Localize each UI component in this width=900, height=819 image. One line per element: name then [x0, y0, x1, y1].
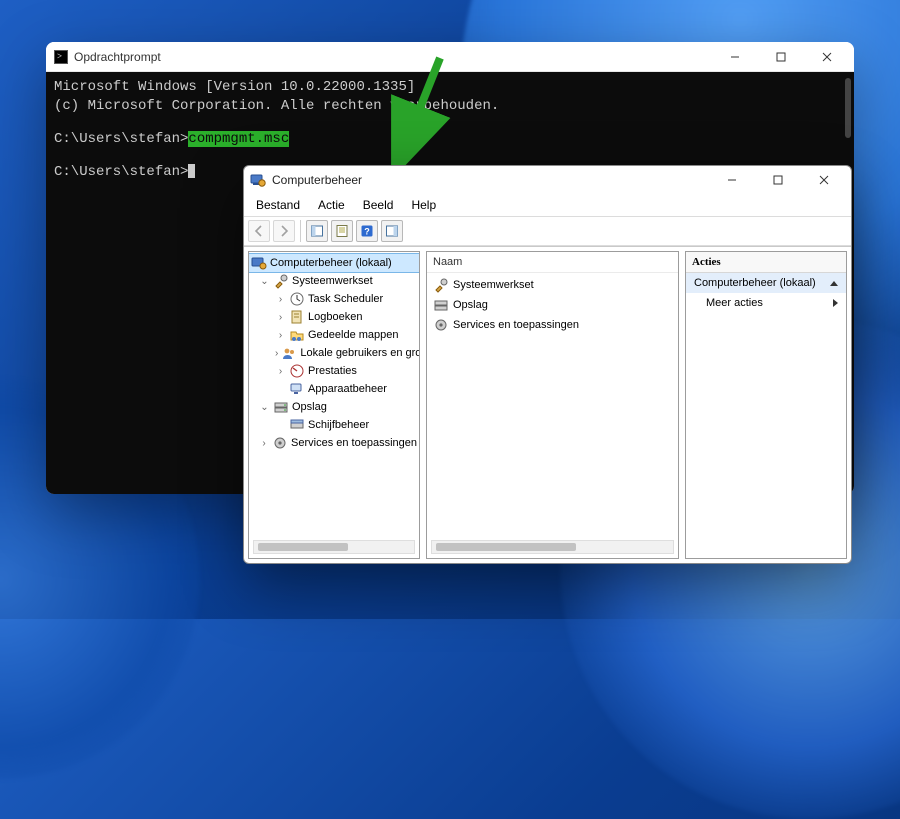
gear-icon — [272, 435, 288, 451]
close-button[interactable] — [804, 42, 850, 72]
tree-system-tools[interactable]: ⌄ Systeemwerkset — [249, 272, 419, 290]
tree-disk-management[interactable]: Schijfbeheer — [249, 416, 419, 434]
tree-label: Services en toepassingen — [291, 437, 417, 449]
tree-label: Opslag — [292, 401, 327, 413]
clock-icon — [289, 291, 305, 307]
tree-shared-folders[interactable]: › Gedeelde mappen — [249, 326, 419, 344]
scrollbar-horizontal[interactable] — [253, 540, 415, 554]
cmd-output-line: (c) Microsoft Corporation. Alle rechten … — [54, 97, 846, 116]
expand-icon[interactable]: › — [275, 294, 286, 305]
list-item-label: Opslag — [453, 299, 488, 311]
cursor — [188, 164, 195, 178]
tools-icon — [273, 273, 289, 289]
tools-icon — [433, 277, 449, 293]
mmc-titlebar[interactable]: Computerbeheer — [244, 166, 851, 194]
tree-performance[interactable]: › Prestaties — [249, 362, 419, 380]
storage-icon — [433, 297, 449, 313]
collapse-icon[interactable]: ⌄ — [259, 402, 270, 413]
expand-icon[interactable]: › — [275, 312, 286, 323]
highlighted-command: compmgmt.msc — [188, 131, 289, 147]
mmc-window: Computerbeheer Bestand Actie Beeld Help … — [243, 165, 852, 564]
cmd-window-title: Opdrachtprompt — [74, 50, 161, 64]
notebook-icon — [289, 309, 305, 325]
disk-icon — [289, 417, 305, 433]
actions-header: Acties — [686, 252, 846, 273]
svg-text:?: ? — [364, 227, 370, 237]
list-item-label: Systeemwerkset — [453, 279, 534, 291]
minimize-button[interactable] — [709, 165, 755, 195]
actions-pane: Acties Computerbeheer (lokaal) Meer acti… — [685, 251, 847, 559]
submenu-icon — [833, 299, 838, 307]
back-button[interactable] — [248, 220, 270, 242]
shared-folder-icon — [289, 327, 305, 343]
help-button[interactable]: ? — [356, 220, 378, 242]
minimize-button[interactable] — [712, 42, 758, 72]
expand-icon[interactable]: › — [275, 348, 278, 359]
collapse-icon — [830, 281, 838, 286]
tree-storage[interactable]: ⌄ Opslag — [249, 398, 419, 416]
tree-label: Logboeken — [308, 311, 362, 323]
users-icon — [281, 345, 297, 361]
expand-icon[interactable]: › — [275, 330, 286, 341]
tree-root[interactable]: Computerbeheer (lokaal) — [249, 254, 419, 272]
toolbar-separator — [300, 220, 301, 242]
action-more[interactable]: Meer acties — [686, 293, 846, 313]
action-label: Meer acties — [706, 297, 763, 309]
tree-local-users[interactable]: › Lokale gebruikers en groepen — [249, 344, 419, 362]
tree-label: Schijfbeheer — [308, 419, 369, 431]
list-pane: Naam Systeemwerkset Opslag Services en t… — [426, 251, 679, 559]
maximize-button[interactable] — [755, 165, 801, 195]
tree-label: Lokale gebruikers en groepen — [300, 347, 419, 359]
actions-section-label: Computerbeheer (lokaal) — [694, 277, 816, 289]
close-button[interactable] — [801, 165, 847, 195]
scrollbar-horizontal[interactable] — [431, 540, 674, 554]
mmc-window-title: Computerbeheer — [272, 173, 362, 187]
column-header-name[interactable]: Naam — [427, 252, 678, 273]
tree-label: Apparaatbeheer — [308, 383, 387, 395]
show-hide-tree-button[interactable] — [306, 220, 328, 242]
tree-device-manager[interactable]: Apparaatbeheer — [249, 380, 419, 398]
menu-beeld[interactable]: Beeld — [355, 196, 402, 214]
tree-label: Gedeelde mappen — [308, 329, 399, 341]
performance-icon — [289, 363, 305, 379]
tree-services[interactable]: › Services en toepassingen — [249, 434, 419, 452]
properties-button[interactable] — [331, 220, 353, 242]
tree-pane: Computerbeheer (lokaal) ⌄ Systeemwerkset… — [248, 251, 420, 559]
menu-actie[interactable]: Actie — [310, 196, 353, 214]
collapse-icon[interactable]: ⌄ — [259, 276, 270, 287]
computer-management-icon — [250, 172, 266, 188]
mmc-toolbar: ? — [244, 216, 851, 246]
expand-icon[interactable]: › — [259, 438, 269, 449]
computer-management-icon — [251, 255, 267, 271]
forward-button[interactable] — [273, 220, 295, 242]
menu-bestand[interactable]: Bestand — [248, 196, 308, 214]
list-item[interactable]: Systeemwerkset — [429, 275, 676, 295]
scrollbar-thumb[interactable] — [845, 78, 851, 138]
mmc-menubar: Bestand Actie Beeld Help — [244, 194, 851, 216]
cmd-output-line: Microsoft Windows [Version 10.0.22000.13… — [54, 78, 846, 97]
tree-event-viewer[interactable]: › Logboeken — [249, 308, 419, 326]
tree-label: Prestaties — [308, 365, 357, 377]
tree-label: Task Scheduler — [308, 293, 383, 305]
storage-icon — [273, 399, 289, 415]
expand-icon[interactable]: › — [275, 366, 286, 377]
menu-help[interactable]: Help — [403, 196, 444, 214]
list-item[interactable]: Opslag — [429, 295, 676, 315]
tree-label: Systeemwerkset — [292, 275, 373, 287]
list-item[interactable]: Services en toepassingen — [429, 315, 676, 335]
list-item-label: Services en toepassingen — [453, 319, 579, 331]
terminal-icon — [54, 50, 68, 64]
device-icon — [289, 381, 305, 397]
gear-icon — [433, 317, 449, 333]
tree-task-scheduler[interactable]: › Task Scheduler — [249, 290, 419, 308]
maximize-button[interactable] — [758, 42, 804, 72]
actions-pane-button[interactable] — [381, 220, 403, 242]
actions-section[interactable]: Computerbeheer (lokaal) — [686, 273, 846, 293]
cmd-prompt-line: C:\Users\stefan>compmgmt.msc — [54, 130, 846, 149]
tree-label: Computerbeheer (lokaal) — [270, 257, 392, 269]
mmc-body: Computerbeheer (lokaal) ⌄ Systeemwerkset… — [244, 246, 851, 563]
cmd-titlebar[interactable]: Opdrachtprompt — [46, 42, 854, 72]
